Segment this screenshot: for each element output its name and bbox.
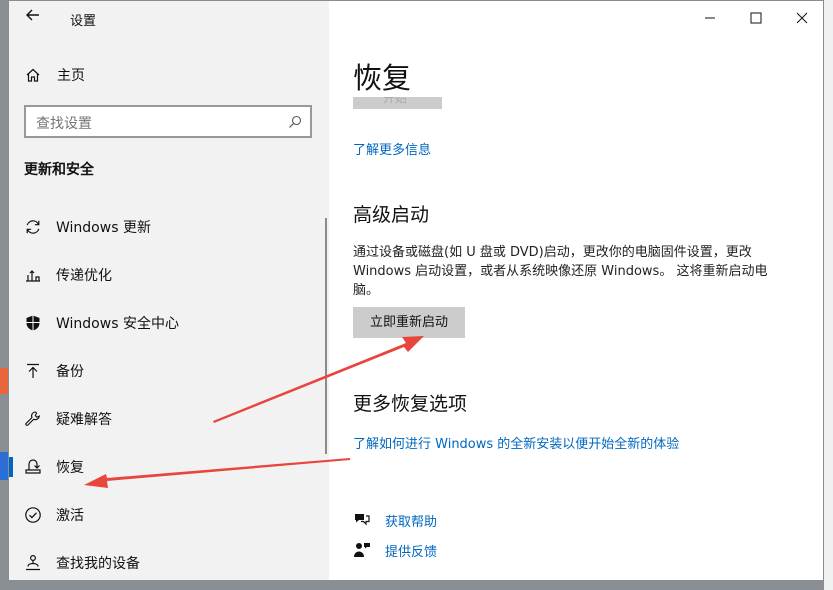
sidebar-item-security-center[interactable]: Windows 安全中心: [9, 299, 329, 347]
sidebar-item-delivery-optimization[interactable]: 传递优化: [9, 251, 329, 299]
wrench-icon: [23, 409, 43, 429]
section-title: 更新和安全: [24, 162, 94, 178]
get-help-row[interactable]: 获取帮助: [353, 510, 437, 530]
search-input[interactable]: 查找设置: [24, 105, 312, 138]
feedback-row[interactable]: 提供反馈: [353, 540, 437, 560]
main-content: 恢复 开始 了解更多信息 高级启动 通过设备或磁盘(如 U 盘或 DVD)启动，…: [329, 1, 824, 580]
backup-arrow-icon: [23, 361, 43, 381]
back-arrow-icon: [26, 9, 39, 21]
home-icon: [23, 65, 43, 85]
maximize-button[interactable]: [733, 1, 779, 35]
feedback-link: 提供反馈: [385, 544, 438, 560]
partially-hidden-button[interactable]: 开始: [353, 97, 442, 109]
home-link[interactable]: 主页: [23, 63, 85, 87]
check-circle-icon: [23, 505, 43, 525]
learn-more-link[interactable]: 了解更多信息: [353, 139, 431, 158]
sidebar-item-label: Windows 安全中心: [56, 316, 179, 332]
recovery-icon: [23, 457, 43, 477]
person-pin-icon: [23, 553, 43, 573]
back-button[interactable]: [23, 7, 43, 29]
restart-now-button[interactable]: 立即重新启动: [353, 307, 465, 338]
page-title: 恢复: [353, 61, 412, 95]
close-button[interactable]: [779, 1, 823, 35]
sidebar-item-windows-update[interactable]: Windows 更新: [9, 203, 329, 251]
background-desktop: [824, 0, 833, 590]
delivery-icon: [23, 265, 43, 285]
close-icon: [796, 12, 808, 24]
sidebar-item-label: 疑难解答: [56, 412, 112, 428]
refresh-icon: [23, 217, 43, 237]
app-title: 设置: [70, 14, 97, 29]
button-label: 开始: [383, 97, 408, 105]
search-placeholder: 查找设置: [36, 116, 92, 132]
sidebar-item-backup[interactable]: 备份: [9, 347, 329, 395]
background-app-sliver: [0, 368, 8, 394]
chat-help-icon: [353, 511, 371, 529]
sidebar-scrollbar[interactable]: [325, 218, 327, 454]
minimize-icon: [705, 17, 715, 19]
sidebar-item-label: 备份: [56, 364, 84, 380]
home-label: 主页: [57, 68, 85, 84]
sidebar-nav: Windows 更新 传递优化 Windows 安全中心 备份 疑难解答 恢复 …: [9, 203, 329, 580]
sidebar-item-label: Windows 更新: [56, 220, 151, 236]
active-indicator: [9, 457, 13, 477]
advanced-startup-description: 通过设备或磁盘(如 U 盘或 DVD)启动，更改你的电脑固件设置，更改 Wind…: [353, 245, 768, 298]
sidebar-item-label: 传递优化: [56, 268, 112, 284]
title-bar: 设置: [9, 1, 329, 37]
maximize-icon: [750, 12, 762, 24]
feedback-icon: [353, 541, 371, 559]
shield-icon: [23, 313, 43, 333]
sidebar-item-label: 恢复: [56, 460, 84, 476]
settings-window: 设置 主页 查找设置 更新和安全 Windows 更新 传递优化 Windows…: [8, 0, 824, 581]
more-recovery-title: 更多恢复选项: [353, 393, 468, 415]
advanced-startup-title: 高级启动: [353, 204, 430, 226]
sidebar-item-label: 查找我的设备: [56, 556, 140, 572]
sidebar: 设置 主页 查找设置 更新和安全 Windows 更新 传递优化 Windows…: [9, 1, 329, 580]
sidebar-item-troubleshoot[interactable]: 疑难解答: [9, 395, 329, 443]
sidebar-item-find-my-device[interactable]: 查找我的设备: [9, 539, 329, 580]
sidebar-item-activation[interactable]: 激活: [9, 491, 329, 539]
search-icon: [288, 114, 302, 128]
sidebar-item-label: 激活: [56, 508, 84, 524]
background-app-sliver: [0, 452, 8, 480]
sidebar-item-recovery[interactable]: 恢复: [9, 443, 329, 491]
clean-install-link[interactable]: 了解如何进行 Windows 的全新安装以便开始全新的体验: [353, 433, 679, 452]
main-scrollbar[interactable]: [823, 259, 824, 569]
get-help-link: 获取帮助: [385, 514, 438, 530]
minimize-button[interactable]: [687, 1, 733, 35]
